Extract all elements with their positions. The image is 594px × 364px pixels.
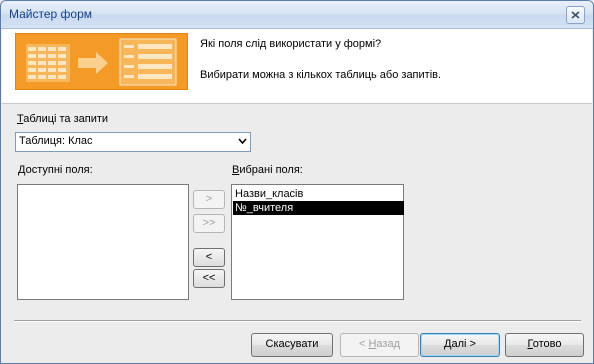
close-icon <box>571 11 580 19</box>
wizard-question: Які поля слід використати у формі? <box>200 38 382 50</box>
remove-all-fields-button[interactable]: << <box>193 269 225 288</box>
tables-queries-select[interactable]: Таблиця: Клас <box>15 132 251 152</box>
selected-table: Таблиця: Клас <box>19 135 93 147</box>
title-bar: Майстер форм <box>1 1 593 29</box>
finish-button[interactable]: Готово <box>505 333 584 357</box>
selected-fields-list[interactable]: Назви_класів №_вчителя <box>231 184 404 300</box>
form-wizard-dialog: Майстер форм Які поля слід використати у… <box>0 0 594 364</box>
wizard-hint: Вибирати можна з кількох таблиць або зап… <box>200 69 442 81</box>
back-button[interactable]: < Назад <box>340 333 419 357</box>
chevron-down-icon[interactable] <box>238 138 247 144</box>
list-item-selected[interactable]: №_вчителя <box>233 201 404 215</box>
close-button[interactable] <box>566 6 585 24</box>
list-item[interactable]: Назви_класів <box>233 187 404 201</box>
wizard-banner-icon <box>26 38 177 86</box>
divider <box>14 320 581 322</box>
available-fields-label: Доступні поля: <box>18 164 93 176</box>
cancel-button[interactable]: Скасувати <box>251 333 333 357</box>
window-title: Майстер форм <box>9 7 93 21</box>
add-field-button[interactable]: > <box>193 190 225 209</box>
available-fields-list[interactable] <box>17 184 189 300</box>
tables-queries-label: Таблиці та запити <box>17 113 109 125</box>
wizard-header: Які поля слід використати у формі? Вибир… <box>2 29 592 104</box>
form-wizard-illustration <box>15 33 188 90</box>
selected-fields-label: Вибрані поля: <box>232 164 303 176</box>
remove-field-button[interactable]: < <box>193 248 225 267</box>
add-all-fields-button[interactable]: >> <box>193 214 225 233</box>
next-button[interactable]: Далі > <box>420 333 500 357</box>
